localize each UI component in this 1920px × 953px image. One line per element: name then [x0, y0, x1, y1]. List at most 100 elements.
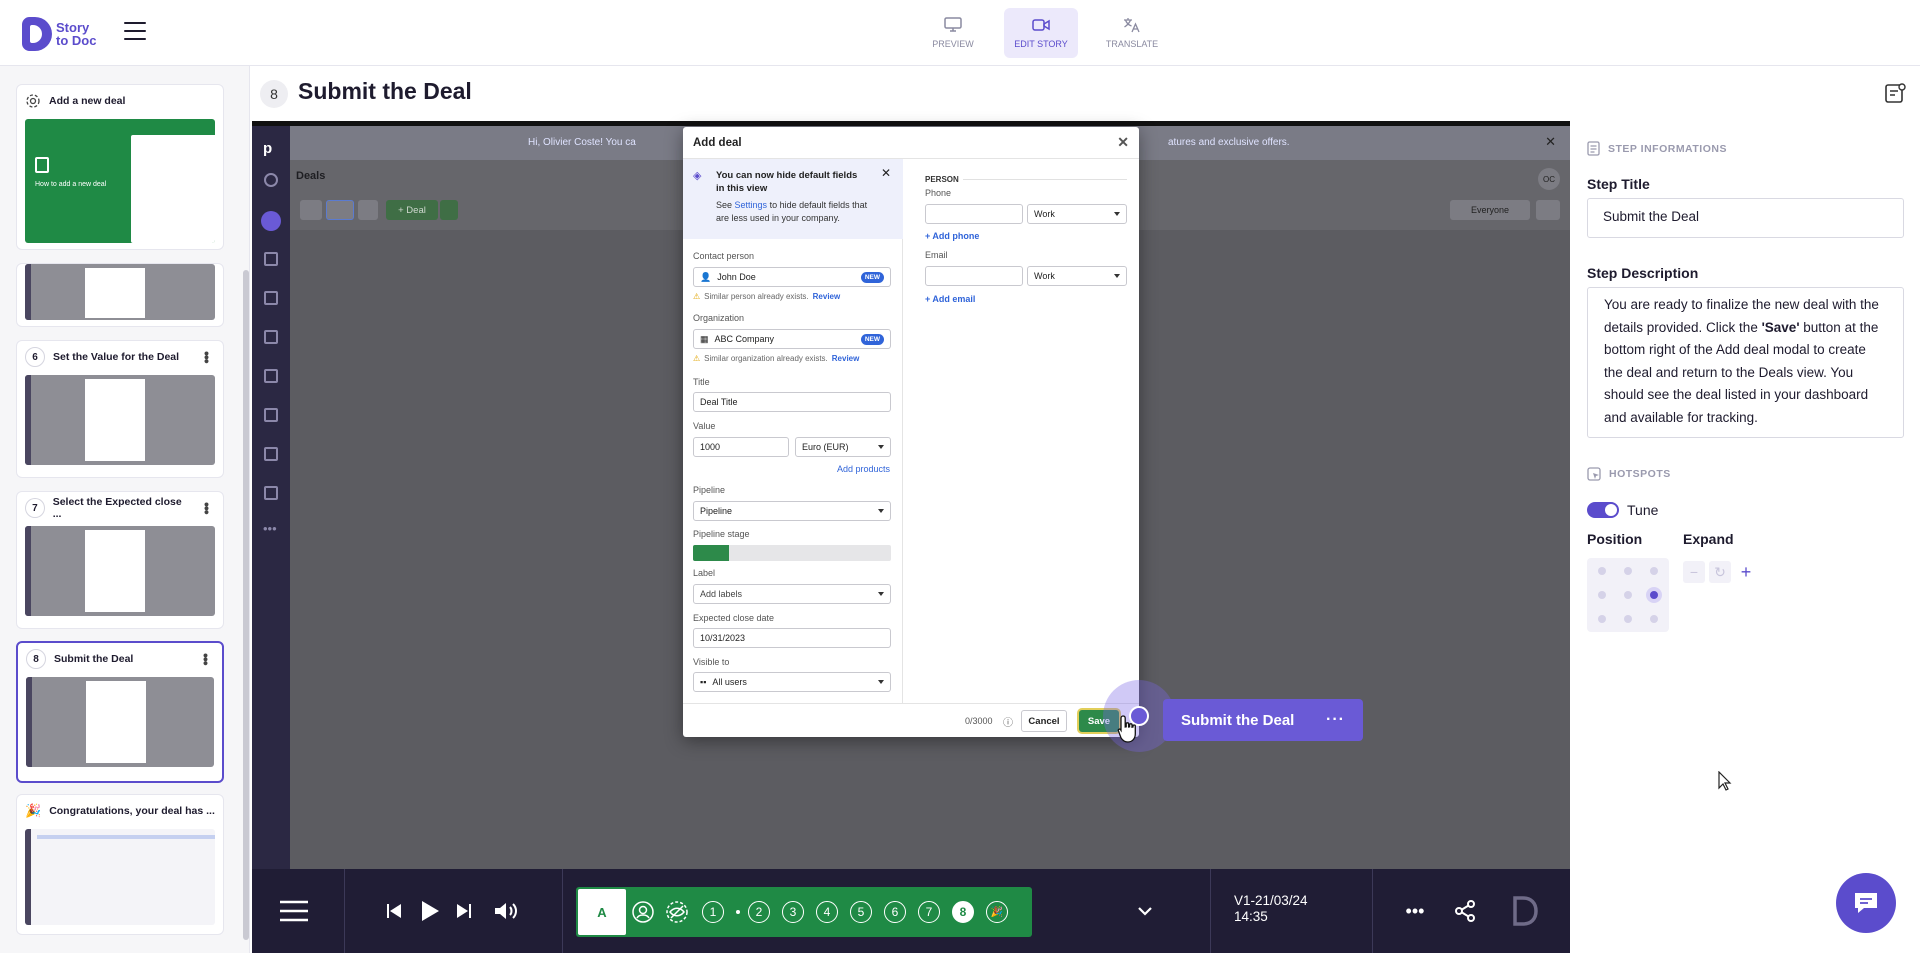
pipeline-stage-selector[interactable]: [693, 545, 891, 561]
step-card-congrats[interactable]: 🎉 Congratulations, your deal has ...: [16, 794, 224, 935]
sidebar-scrollbar[interactable]: [243, 270, 249, 940]
email-type-select[interactable]: Work: [1027, 266, 1127, 286]
deals-nav-icon[interactable]: [261, 211, 281, 231]
position-center[interactable]: [1624, 591, 1632, 599]
contact-person-field[interactable]: 👤 John Doe NEW: [693, 267, 891, 287]
add-deal-button[interactable]: + Deal: [386, 200, 438, 220]
volume-icon[interactable]: [492, 899, 520, 923]
chapter-5[interactable]: 5: [850, 901, 872, 923]
phone-input[interactable]: [925, 204, 1023, 224]
share-icon[interactable]: [1452, 899, 1478, 923]
add-deal-dropdown[interactable]: [440, 200, 458, 220]
play-icon[interactable]: [416, 897, 444, 925]
more-options-icon[interactable]: •••: [198, 653, 214, 665]
list-view-icon[interactable]: [326, 200, 354, 220]
chevron-down-icon: [1114, 274, 1120, 278]
cancel-button[interactable]: Cancel: [1021, 710, 1067, 732]
position-bottom-center[interactable]: [1624, 615, 1632, 623]
tab-edit-story[interactable]: EDIT STORY: [1004, 8, 1078, 58]
step-card-partial[interactable]: [16, 263, 224, 327]
position-bottom-left[interactable]: [1598, 615, 1606, 623]
step-card-7[interactable]: 7 Select the Expected close ... •••: [16, 491, 224, 629]
more-nav-icon[interactable]: •••: [263, 521, 277, 536]
chat-support-button[interactable]: [1836, 873, 1896, 933]
next-step-icon[interactable]: [452, 899, 476, 923]
title-input[interactable]: Deal Title: [693, 392, 891, 412]
step-card-8[interactable]: 8 Submit the Deal •••: [16, 641, 224, 783]
organization-field[interactable]: ▦ ABC Company NEW: [693, 329, 891, 349]
value-input[interactable]: 1000: [693, 437, 789, 457]
position-top-center[interactable]: [1624, 567, 1632, 575]
close-icon[interactable]: ✕: [1117, 134, 1129, 151]
previous-step-icon[interactable]: [382, 899, 406, 923]
chapter-intro[interactable]: A: [578, 889, 626, 935]
avatar[interactable]: OC: [1538, 168, 1560, 190]
more-options-icon[interactable]: •••: [199, 351, 215, 363]
user-chapter-icon[interactable]: [632, 901, 654, 923]
storytodoc-logo[interactable]: Story to Doc: [22, 14, 114, 54]
banner-close-icon[interactable]: ✕: [1545, 134, 1556, 150]
nav-icon[interactable]: [264, 486, 278, 500]
add-email-link[interactable]: + Add email: [925, 294, 975, 304]
step-description-input[interactable]: You are ready to finalize the new deal w…: [1587, 287, 1904, 438]
storytodoc-mark-icon[interactable]: [1510, 895, 1540, 927]
forecast-view-icon[interactable]: [358, 200, 378, 220]
version-label[interactable]: V1-21/03/24 14:35: [1234, 893, 1308, 925]
add-phone-link[interactable]: + Add phone: [925, 231, 979, 241]
nav-icon[interactable]: [264, 330, 278, 344]
review-organization-link[interactable]: Review: [832, 354, 860, 363]
nav-icon[interactable]: [264, 447, 278, 461]
nav-icon[interactable]: [264, 252, 278, 266]
currency-select[interactable]: Euro (EUR): [795, 437, 891, 457]
email-input[interactable]: [925, 266, 1023, 286]
chapter-1[interactable]: 1: [702, 901, 724, 923]
step-tooltip[interactable]: Submit the Deal ···: [1163, 699, 1363, 741]
chevron-down-icon[interactable]: [1132, 899, 1158, 923]
nav-icon[interactable]: [264, 291, 278, 305]
position-bottom-right[interactable]: [1650, 615, 1658, 623]
pipeline-stage-active[interactable]: [693, 545, 729, 561]
more-options-icon[interactable]: •••: [1402, 899, 1428, 923]
more-options-icon[interactable]: [1536, 200, 1560, 220]
step-card-6[interactable]: 6 Set the Value for the Deal •••: [16, 340, 224, 478]
tab-preview[interactable]: PREVIEW: [916, 8, 990, 58]
hint-close-icon[interactable]: ✕: [881, 166, 891, 180]
pipeline-select[interactable]: Pipeline: [693, 501, 891, 521]
nav-icon[interactable]: [264, 173, 278, 187]
hidden-chapter-icon[interactable]: [666, 901, 688, 923]
nav-icon[interactable]: [264, 408, 278, 422]
chapter-2[interactable]: 2: [748, 901, 770, 923]
chapter-7[interactable]: 7: [918, 901, 940, 923]
tab-translate[interactable]: TRANSLATE: [1095, 8, 1169, 58]
visible-to-select[interactable]: ▪▪ All users: [693, 672, 891, 692]
owner-filter[interactable]: Everyone: [1450, 200, 1530, 220]
reset-icon[interactable]: ↻: [1709, 561, 1731, 583]
labels-select[interactable]: Add labels: [693, 584, 891, 604]
more-options-icon[interactable]: •••: [199, 502, 215, 514]
settings-link[interactable]: Settings: [735, 200, 768, 210]
expand-icon[interactable]: +: [1735, 561, 1757, 583]
position-middle-left[interactable]: [1598, 591, 1606, 599]
add-products-link[interactable]: Add products: [837, 464, 890, 474]
chapter-4[interactable]: 4: [816, 901, 838, 923]
chapters-menu-icon[interactable]: [278, 899, 310, 923]
position-middle-right[interactable]: [1650, 591, 1658, 599]
party-icon[interactable]: 🎉: [986, 901, 1008, 923]
chapter-8[interactable]: 8: [952, 901, 974, 923]
chapter-3[interactable]: 3: [782, 901, 804, 923]
phone-type-select[interactable]: Work: [1027, 204, 1127, 224]
position-top-right[interactable]: [1650, 567, 1658, 575]
nav-icon[interactable]: [264, 369, 278, 383]
tune-toggle[interactable]: [1587, 502, 1619, 518]
pipeline-view-icon[interactable]: [300, 200, 322, 220]
menu-icon[interactable]: [124, 22, 146, 40]
notes-icon[interactable]: [1884, 82, 1906, 104]
tooltip-more-icon[interactable]: ···: [1326, 711, 1345, 729]
review-person-link[interactable]: Review: [813, 292, 841, 301]
step-card-intro[interactable]: Add a new deal How to add a new deal: [16, 84, 224, 250]
shrink-icon[interactable]: −: [1683, 561, 1705, 583]
close-date-input[interactable]: 10/31/2023: [693, 628, 891, 648]
step-title-input[interactable]: Submit the Deal: [1587, 198, 1904, 238]
position-top-left[interactable]: [1598, 567, 1606, 575]
chapter-6[interactable]: 6: [884, 901, 906, 923]
